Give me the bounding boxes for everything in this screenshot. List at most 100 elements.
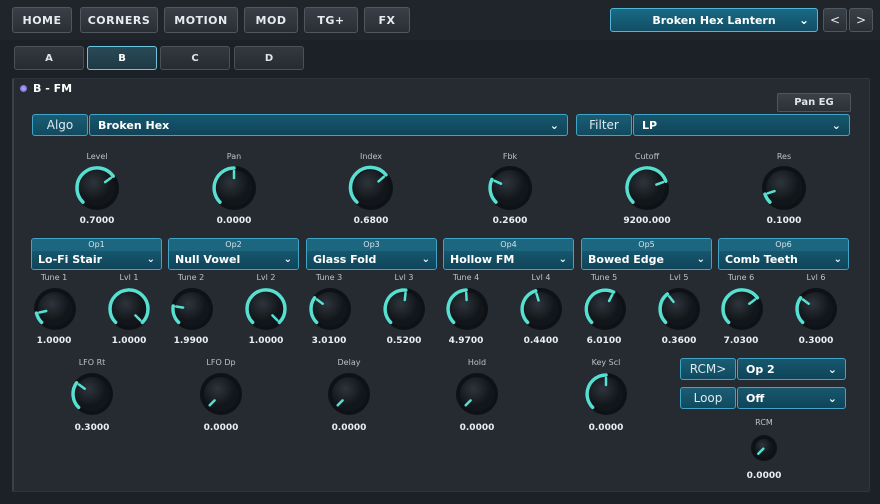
tab-d[interactable]: D	[234, 46, 304, 70]
tune-knob[interactable]	[169, 286, 215, 336]
knob-value-hold: 0.0000	[459, 423, 495, 433]
tab-a[interactable]: A	[14, 46, 84, 70]
rcm-knob[interactable]	[749, 433, 779, 467]
knob-label-hold: Hold	[467, 358, 487, 367]
nav-tg-button[interactable]: TG+	[304, 7, 358, 33]
rcm-knob-label: RCM	[755, 418, 773, 427]
tune-value: 3.0100	[311, 336, 347, 346]
chevron-down-icon: ⌄	[831, 119, 841, 132]
lvl-knob[interactable]	[793, 286, 839, 336]
lvl-value: 0.3000	[798, 336, 834, 346]
tune-label: Tune 4	[452, 273, 480, 282]
chevron-down-icon: ⌄	[833, 254, 842, 265]
chevron-down-icon: ⌄	[798, 13, 809, 27]
op-select-value: Glass Fold ⌄	[307, 251, 436, 269]
knob-delay[interactable]	[326, 371, 372, 421]
op-header: Op1	[32, 239, 161, 251]
knob-lfo-dp[interactable]	[198, 371, 244, 421]
knob-value-level: 0.7000	[79, 216, 115, 226]
knob-pan[interactable]	[210, 164, 258, 216]
tune-value: 6.0100	[586, 336, 622, 346]
loop-label: Loop	[680, 387, 736, 409]
knob-label-fbk: Fbk	[502, 152, 518, 161]
tune-knob[interactable]	[32, 286, 78, 336]
filter-select[interactable]: LP ⌄	[633, 114, 850, 136]
knob-label-pan: Pan	[226, 152, 242, 161]
tune-label: Tune 5	[590, 273, 618, 282]
pan-eg-button[interactable]: Pan EG	[777, 93, 851, 112]
chevron-down-icon: ⌄	[283, 254, 292, 265]
op-header: Op6	[719, 239, 848, 251]
lvl-knob[interactable]	[381, 286, 427, 336]
tune-knob[interactable]	[719, 286, 765, 336]
rcm-select[interactable]: Op 2 ⌄	[737, 358, 846, 380]
algo-label: Algo	[32, 114, 88, 136]
knob-hold[interactable]	[454, 371, 500, 421]
knob-value-pan: 0.0000	[216, 216, 252, 226]
tune-knob[interactable]	[307, 286, 353, 336]
lvl-knob[interactable]	[106, 286, 152, 336]
preset-selector[interactable]: Broken Hex Lantern ⌄	[610, 8, 818, 32]
knob-res[interactable]	[760, 164, 808, 216]
knob-index[interactable]	[347, 164, 395, 216]
tune-label: Tune 1	[40, 273, 68, 282]
knob-key-scl[interactable]	[583, 371, 629, 421]
op-select-5[interactable]: Op5 Bowed Edge ⌄	[581, 238, 712, 270]
nav-mod-button[interactable]: MOD	[244, 7, 298, 33]
preset-name: Broken Hex Lantern	[652, 13, 776, 27]
knob-label-delay: Delay	[337, 358, 361, 367]
nav-home-button[interactable]: HOME	[12, 7, 72, 33]
filter-label: Filter	[576, 114, 632, 136]
status-dot-icon	[20, 85, 27, 92]
panel-title-text: B - FM	[33, 82, 73, 95]
knob-fbk[interactable]	[486, 164, 534, 216]
lvl-knob[interactable]	[656, 286, 702, 336]
chevron-down-icon: ⌄	[146, 254, 155, 265]
nav-fx-button[interactable]: FX	[364, 7, 410, 33]
tune-knob[interactable]	[444, 286, 490, 336]
tune-knob[interactable]	[582, 286, 628, 336]
tab-b[interactable]: B	[87, 46, 157, 70]
top-nav-bar: HOME CORNERS MOTION MOD TG+ FX Broken He…	[0, 0, 880, 40]
lvl-knob[interactable]	[243, 286, 289, 336]
tune-value: 1.9900	[173, 336, 209, 346]
knob-value-res: 0.1000	[766, 216, 802, 226]
op-select-4[interactable]: Op4 Hollow FM ⌄	[443, 238, 574, 270]
tune-value: 4.9700	[448, 336, 484, 346]
op-select-3[interactable]: Op3 Glass Fold ⌄	[306, 238, 437, 270]
chevron-down-icon: ⌄	[549, 119, 559, 132]
op-select-1[interactable]: Op1 Lo-Fi Stair ⌄	[31, 238, 162, 270]
knob-label-res: Res	[776, 152, 792, 161]
knob-label-level: Level	[86, 152, 108, 161]
nav-motion-button[interactable]: MOTION	[164, 7, 238, 33]
rcm-label: RCM>	[680, 358, 736, 380]
chevron-down-icon: ⌄	[421, 254, 430, 265]
preset-prev-button[interactable]: <	[823, 8, 847, 32]
rcm-select-value: Op 2	[746, 362, 775, 376]
knob-value-lfo-dp: 0.0000	[203, 423, 239, 433]
loop-select[interactable]: Off ⌄	[737, 387, 846, 409]
algo-select[interactable]: Broken Hex ⌄	[89, 114, 568, 136]
algo-select-value: Broken Hex	[98, 118, 170, 132]
tab-c[interactable]: C	[160, 46, 230, 70]
op-select-value: Hollow FM ⌄	[444, 251, 573, 269]
tune-label: Tune 2	[177, 273, 205, 282]
filter-select-value: LP	[642, 118, 658, 132]
op-select-6[interactable]: Op6 Comb Teeth ⌄	[718, 238, 849, 270]
chevron-down-icon: ⌄	[827, 363, 837, 376]
knob-value-delay: 0.0000	[331, 423, 367, 433]
knob-level[interactable]	[73, 164, 121, 216]
lvl-label: Lvl 6	[806, 273, 826, 282]
op-select-2[interactable]: Op2 Null Vowel ⌄	[168, 238, 299, 270]
op-header: Op3	[307, 239, 436, 251]
knob-lfo-rt[interactable]	[69, 371, 115, 421]
nav-corners-button[interactable]: CORNERS	[80, 7, 158, 33]
knob-cutoff[interactable]	[623, 164, 671, 216]
tune-label: Tune 6	[727, 273, 755, 282]
tune-label: Tune 3	[315, 273, 343, 282]
tune-value: 7.0300	[723, 336, 759, 346]
preset-next-button[interactable]: >	[849, 8, 873, 32]
lvl-knob[interactable]	[518, 286, 564, 336]
rcm-knob-value: 0.0000	[746, 471, 782, 481]
op-header: Op4	[444, 239, 573, 251]
